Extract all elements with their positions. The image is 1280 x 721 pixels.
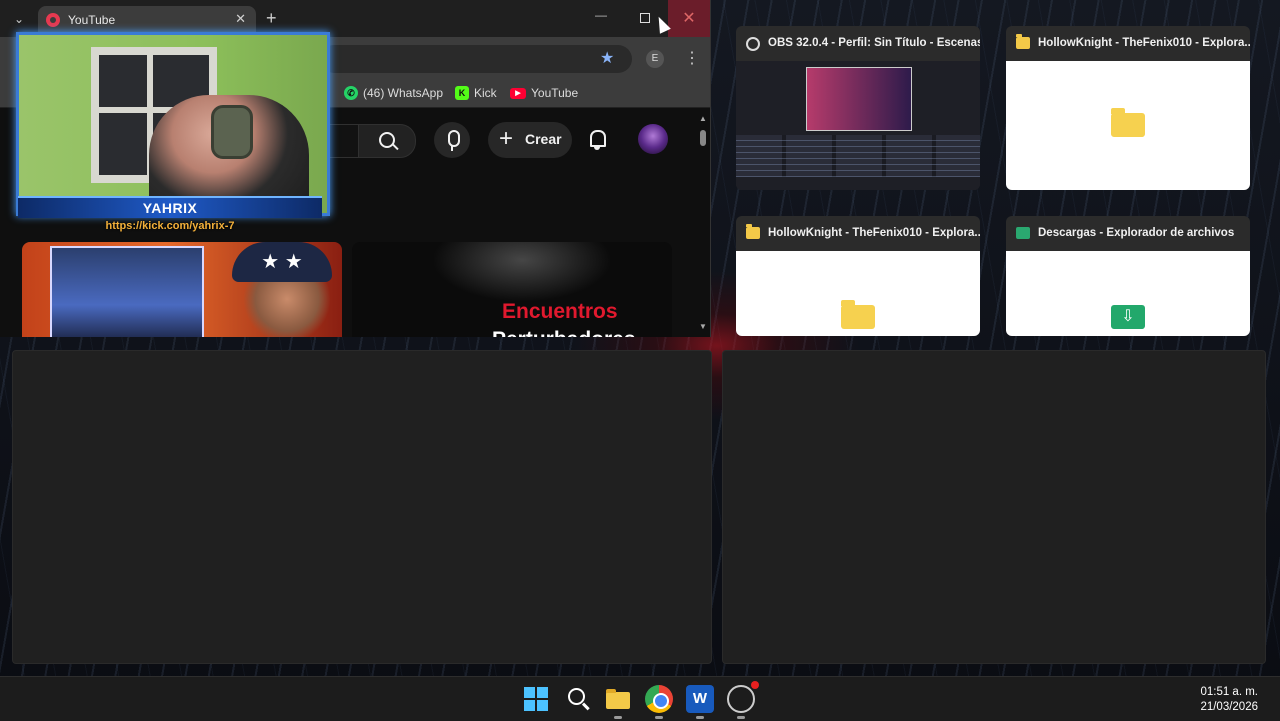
cap-stars-icon: ★ ★: [232, 242, 332, 282]
bookmark-label: (46) WhatsApp: [363, 86, 444, 100]
scroll-down-icon[interactable]: ▼: [699, 322, 707, 331]
running-indicator: [614, 716, 622, 719]
new-tab-button[interactable]: +: [266, 8, 277, 28]
bookmark-star-icon[interactable]: ★: [600, 48, 614, 68]
clock-time: 01:51 a. m.: [1200, 686, 1258, 698]
taskbar: W 01:51 a. m. 21/03/2026: [0, 676, 1280, 721]
maximize-button[interactable]: [636, 8, 654, 26]
bookmark-kick[interactable]: K Kick: [455, 86, 497, 100]
search-icon[interactable]: [564, 685, 592, 713]
clock-date: 21/03/2026: [1200, 701, 1258, 713]
bookmark-label: Kick: [474, 86, 497, 100]
dark-scene-image: [432, 242, 612, 302]
running-indicator: [655, 716, 663, 719]
chrome-icon[interactable]: [645, 685, 673, 713]
file-explorer-icon[interactable]: [604, 685, 632, 713]
video-thumbnail[interactable]: ★ ★: [22, 242, 342, 337]
snap-window-card-obs[interactable]: OBS 32.0.4 - Perfil: Sin Título - Escena…: [736, 26, 980, 190]
streamer-link: https://kick.com/yahrix-7: [105, 220, 235, 232]
scroll-up-icon[interactable]: ▲: [699, 114, 707, 123]
youtube-account-avatar[interactable]: [638, 124, 668, 154]
download-arrow-icon: ⇩: [1111, 305, 1145, 329]
folder-icon: [1111, 108, 1145, 137]
card-title: Descargas - Explorador de archivos: [1038, 227, 1235, 239]
profile-avatar[interactable]: E: [646, 50, 664, 68]
browser-menu-icon[interactable]: ⋮: [684, 48, 700, 68]
youtube-favicon-icon: [46, 13, 60, 27]
folder-icon: [1016, 34, 1030, 49]
window-preview: [736, 61, 980, 190]
card-title-bar: Descargas - Explorador de archivos: [1006, 216, 1250, 251]
card-title: HollowKnight - TheFenix010 - Explora...: [1038, 37, 1250, 49]
window-preview: [736, 251, 980, 336]
search-icon[interactable]: [358, 124, 416, 158]
running-indicator: [696, 716, 704, 719]
running-indicator: [737, 716, 745, 719]
video-thumbnail[interactable]: Encuentros Perturbadores: [352, 242, 672, 337]
tab-close-icon[interactable]: ✕: [235, 11, 246, 27]
streamer-nameplate: YAHRIX: [18, 196, 322, 218]
obs-icon[interactable]: [727, 681, 759, 713]
plus-icon: +: [499, 125, 514, 152]
headset-image: [211, 105, 253, 159]
create-button[interactable]: + Crear: [488, 122, 572, 158]
window-preview: [1006, 61, 1250, 190]
close-window-button[interactable]: ✕: [668, 0, 710, 37]
system-clock[interactable]: 01:51 a. m. 21/03/2026: [1200, 685, 1258, 715]
snap-window-card-explorer[interactable]: HollowKnight - TheFenix010 - Explora...: [1006, 26, 1250, 190]
whatsapp-icon: ✆: [344, 86, 358, 100]
window-preview: ⇩: [1006, 251, 1250, 336]
card-title-bar: HollowKnight - TheFenix010 - Explora...: [1006, 26, 1250, 61]
bookmark-youtube[interactable]: ▶ YouTube: [510, 86, 578, 100]
snap-window-card-downloads[interactable]: Descargas - Explorador de archivos ⇩: [1006, 216, 1250, 336]
word-icon[interactable]: W: [686, 685, 714, 713]
snap-window-card-explorer[interactable]: HollowKnight - TheFenix010 - Explora...: [736, 216, 980, 336]
snap-zone-bottom-left[interactable]: [12, 350, 712, 664]
card-title: HollowKnight - TheFenix010 - Explora...: [768, 227, 980, 239]
microphone-icon[interactable]: [434, 122, 470, 158]
minimize-button[interactable]: —: [592, 8, 610, 26]
card-title-bar: HollowKnight - TheFenix010 - Explora...: [736, 216, 980, 251]
snap-zone-bottom-right[interactable]: [722, 350, 1266, 664]
bookmark-label: YouTube: [531, 86, 579, 100]
kick-icon: K: [455, 86, 469, 100]
card-title-bar: OBS 32.0.4 - Perfil: Sin Título - Escena…: [736, 26, 980, 61]
folder-icon: [841, 300, 875, 329]
start-icon[interactable]: [522, 685, 550, 713]
folder-icon: [746, 224, 760, 239]
thumbnail-title: Encuentros: [502, 300, 618, 323]
downloads-folder-icon: [1016, 227, 1030, 239]
poster-image: [50, 246, 204, 337]
notifications-bell-icon[interactable]: [588, 128, 606, 150]
obs-docks-lines: [736, 135, 980, 177]
bookmark-whatsapp[interactable]: ✆ (46) WhatsApp: [344, 86, 443, 100]
tab-search-chevron-icon[interactable]: ⌄: [8, 8, 30, 30]
obs-canvas-preview: [806, 67, 912, 131]
thumbnail-subtitle: Perturbadores: [492, 328, 636, 337]
card-title: OBS 32.0.4 - Perfil: Sin Título - Escena…: [768, 37, 980, 49]
address-bar[interactable]: [320, 45, 632, 73]
page-scrollbar[interactable]: ▲ ▼: [698, 112, 708, 336]
scroll-thumb[interactable]: [700, 130, 706, 146]
create-label: Crear: [525, 131, 562, 147]
tab-title: YouTube: [68, 13, 116, 27]
obs-icon: [746, 37, 760, 51]
webcam-overlay: [16, 32, 330, 216]
youtube-icon: ▶: [510, 87, 526, 99]
